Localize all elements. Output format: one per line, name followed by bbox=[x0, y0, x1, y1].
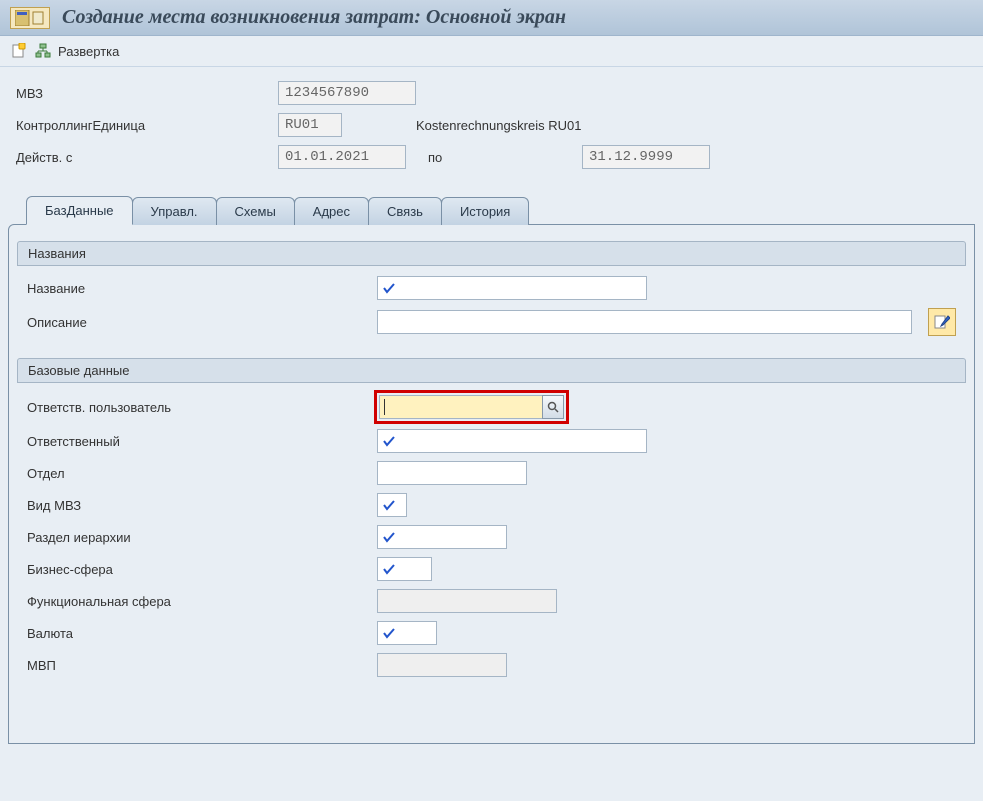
tab-basic[interactable]: БазДанные bbox=[26, 196, 133, 225]
busarea-input[interactable] bbox=[377, 557, 432, 581]
app-icon bbox=[10, 7, 50, 29]
tab-schemes[interactable]: Схемы bbox=[216, 197, 295, 225]
text-caret bbox=[384, 399, 385, 415]
currency-input[interactable] bbox=[377, 621, 437, 645]
tab-address[interactable]: Адрес bbox=[294, 197, 369, 225]
name-label: Название bbox=[27, 281, 367, 296]
validto-input[interactable] bbox=[582, 145, 710, 169]
expand-label[interactable]: Развертка bbox=[58, 44, 119, 59]
cctype-input[interactable] bbox=[377, 493, 407, 517]
tab-panel-basic: Названия Название Описание bbox=[8, 224, 975, 744]
respuser-f4-button[interactable] bbox=[542, 395, 564, 419]
hierarchy-label: Раздел иерархии bbox=[27, 530, 367, 545]
department-label: Отдел bbox=[27, 466, 367, 481]
required-check-icon bbox=[382, 498, 396, 512]
cokrs-desc: Kostenrechnungskreis RU01 bbox=[416, 118, 581, 133]
name-input[interactable] bbox=[377, 276, 647, 300]
desc-label: Описание bbox=[27, 315, 367, 330]
page-title: Создание места возникновения затрат: Осн… bbox=[62, 6, 566, 29]
cokrs-input[interactable] bbox=[278, 113, 342, 137]
funcarea-label: Функциональная сфера bbox=[27, 594, 367, 609]
new-icon[interactable] bbox=[10, 42, 28, 60]
mvz-label: МВЗ bbox=[16, 86, 264, 101]
required-check-icon bbox=[382, 562, 396, 576]
group-basic-body: Ответств. пользователь Ответственный bbox=[17, 383, 966, 693]
currency-label: Валюта bbox=[27, 626, 367, 641]
funcarea-input[interactable] bbox=[377, 589, 557, 613]
responsible-label: Ответственный bbox=[27, 434, 367, 449]
header-fields: МВЗ КонтроллингЕдиница Kostenrechnungskr… bbox=[0, 67, 983, 183]
required-check-icon bbox=[382, 626, 396, 640]
group-basic-header: Базовые данные bbox=[17, 358, 966, 383]
group-names-header: Названия bbox=[17, 241, 966, 266]
required-check-icon bbox=[382, 530, 396, 544]
hierarchy-icon[interactable] bbox=[34, 42, 52, 60]
desc-edit-button[interactable] bbox=[928, 308, 956, 336]
hierarchy-input[interactable] bbox=[377, 525, 507, 549]
cokrs-label: КонтроллингЕдиница bbox=[16, 118, 264, 133]
respuser-focus-highlight bbox=[377, 393, 566, 421]
tab-control[interactable]: Управл. bbox=[132, 197, 217, 225]
pencil-icon bbox=[934, 314, 950, 330]
tab-strip: БазДанные Управл. Схемы Адрес Связь Исто… bbox=[26, 195, 975, 224]
validfrom-input[interactable] bbox=[278, 145, 406, 169]
tab-comm[interactable]: Связь bbox=[368, 197, 442, 225]
validto-label: по bbox=[428, 150, 468, 165]
respuser-label: Ответств. пользователь bbox=[27, 400, 367, 415]
busarea-label: Бизнес-сфера bbox=[27, 562, 367, 577]
respuser-input[interactable] bbox=[379, 395, 543, 419]
mvp-label: МВП bbox=[27, 658, 367, 673]
toolbar: Развертка bbox=[0, 36, 983, 67]
validfrom-label: Действ. с bbox=[16, 150, 264, 165]
desc-input[interactable] bbox=[377, 310, 912, 334]
mvz-input[interactable] bbox=[278, 81, 416, 105]
tab-history[interactable]: История bbox=[441, 197, 529, 225]
required-check-icon bbox=[382, 434, 396, 448]
title-bar: Создание места возникновения затрат: Осн… bbox=[0, 0, 983, 36]
search-icon bbox=[547, 401, 559, 413]
group-names-body: Название Описание bbox=[17, 266, 966, 352]
department-input[interactable] bbox=[377, 461, 527, 485]
mvp-input[interactable] bbox=[377, 653, 507, 677]
responsible-input[interactable] bbox=[377, 429, 647, 453]
cctype-label: Вид МВЗ bbox=[27, 498, 367, 513]
required-check-icon bbox=[382, 281, 396, 295]
